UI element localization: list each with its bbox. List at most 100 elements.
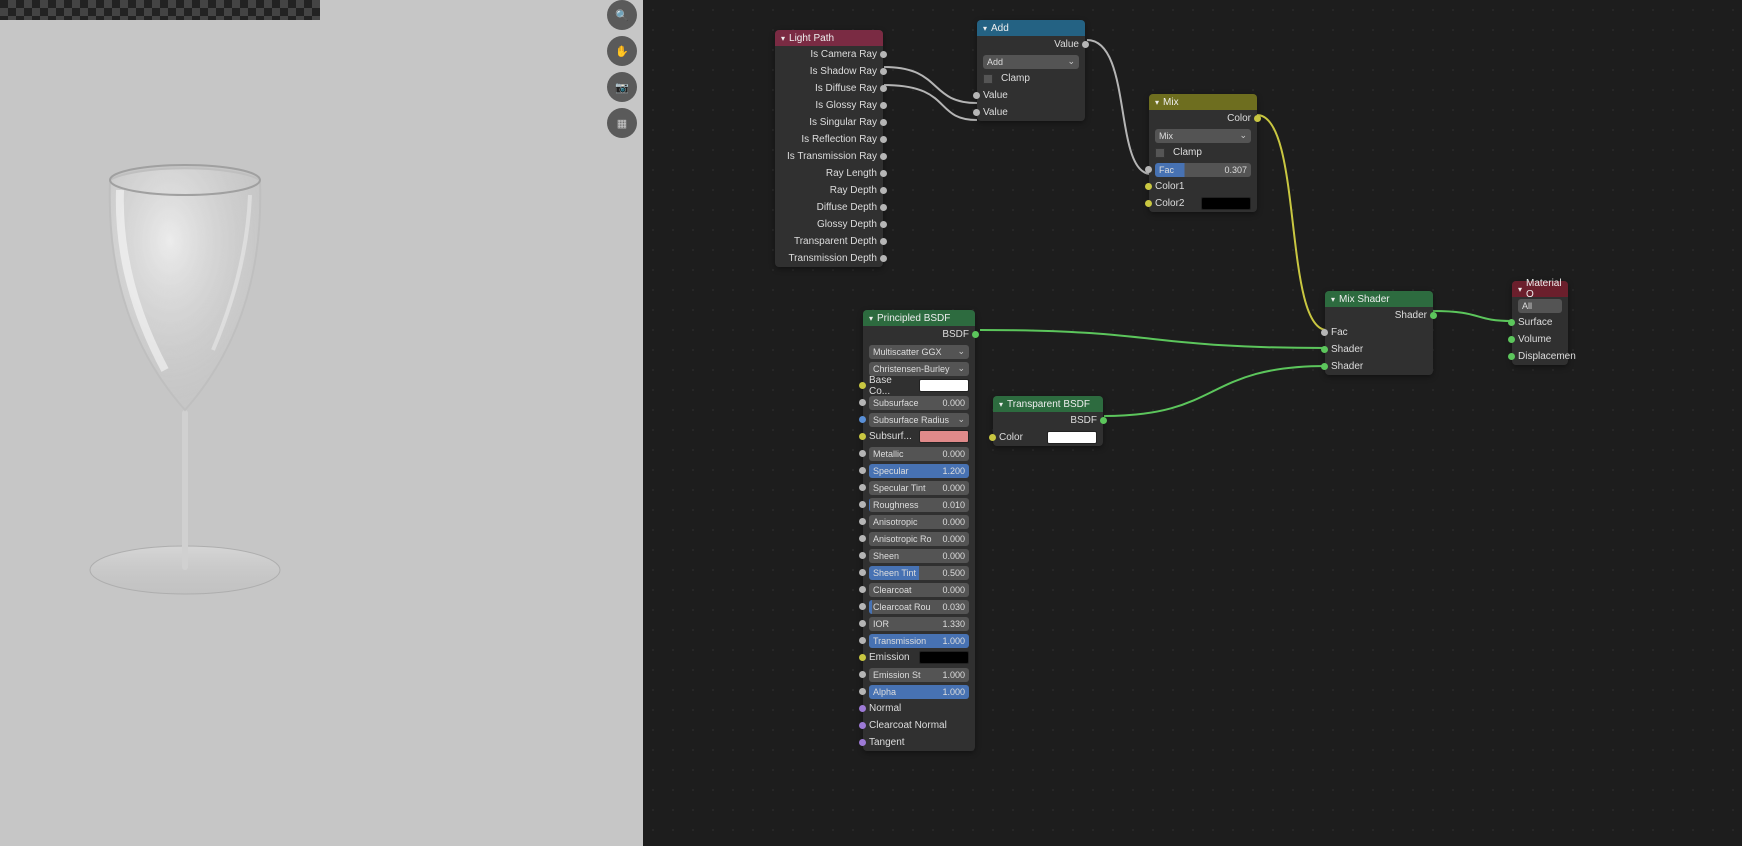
distribution-dropdown[interactable]: Multiscatter GGX xyxy=(869,345,969,359)
param-slider[interactable]: Sheen Tint0.500 xyxy=(869,566,969,580)
param-slider[interactable]: Subsurface0.000 xyxy=(869,396,969,410)
param-slider[interactable]: Clearcoat0.000 xyxy=(869,583,969,597)
param-slider[interactable]: Specular Tint0.000 xyxy=(869,481,969,495)
input-label: Subsurf... xyxy=(869,431,912,442)
node-title: Light Path xyxy=(789,33,834,44)
param-swatch[interactable] xyxy=(919,430,969,443)
node-title: Mix xyxy=(1163,97,1179,108)
output-label: Shader xyxy=(1395,310,1427,321)
collapse-icon: ▾ xyxy=(869,314,873,323)
output-label: Is Diffuse Ray xyxy=(815,83,877,94)
input-label: Color1 xyxy=(1155,181,1184,192)
param-slider[interactable]: Metallic0.000 xyxy=(869,447,969,461)
clamp-checkbox[interactable] xyxy=(983,74,993,84)
output-label: Glossy Depth xyxy=(817,219,877,230)
render-wine-glass xyxy=(65,150,305,610)
param-slider[interactable]: Anisotropic0.000 xyxy=(869,515,969,529)
node-title: Mix Shader xyxy=(1339,294,1390,305)
input-label: Value xyxy=(983,107,1008,118)
node-light-path[interactable]: ▾ Light Path Is Camera Ray Is Shadow Ray I… xyxy=(775,30,883,267)
sss-dropdown[interactable]: Christensen-Burley xyxy=(869,362,969,376)
output-label: Value xyxy=(1054,39,1079,50)
param-slider[interactable]: Specular1.200 xyxy=(869,464,969,478)
zoom-icon[interactable]: 🔍 xyxy=(607,0,637,30)
collapse-icon: ▾ xyxy=(1518,285,1522,294)
output-label: Is Camera Ray xyxy=(810,49,877,60)
output-label: Is Reflection Ray xyxy=(801,134,877,145)
node-header[interactable]: ▾ Principled BSDF xyxy=(863,310,975,326)
node-header[interactable]: ▾ Material O xyxy=(1512,281,1568,297)
output-label: Is Transmission Ray xyxy=(787,151,877,162)
node-title: Transparent BSDF xyxy=(1007,399,1090,410)
node-mix-shader[interactable]: ▾ Mix Shader Shader Fac Shader Shader xyxy=(1325,291,1433,375)
pan-icon[interactable]: ✋ xyxy=(607,36,637,66)
output-label: Color xyxy=(1227,113,1251,124)
input-label: Shader xyxy=(1331,344,1363,355)
param-slider[interactable]: Sheen0.000 xyxy=(869,549,969,563)
node-mix-rgb[interactable]: ▾ Mix Color Mix Clamp Fac0.307 Color1 Co… xyxy=(1149,94,1257,212)
param-slider[interactable]: Clearcoat Rou0.030 xyxy=(869,600,969,614)
output-label: Transmission Depth xyxy=(788,253,877,264)
collapse-icon: ▾ xyxy=(1331,295,1335,304)
input-label: Color2 xyxy=(1155,198,1184,209)
viewport-3d[interactable]: 🔍 ✋ 📷 ▦ xyxy=(0,0,643,846)
math-mode-dropdown[interactable]: Add xyxy=(983,55,1079,69)
output-label: Transparent Depth xyxy=(794,236,877,247)
input-label: Emission xyxy=(869,652,910,663)
node-principled-bsdf[interactable]: ▾ Principled BSDF BSDF Multiscatter GGX … xyxy=(863,310,975,751)
output-label: Is Shadow Ray xyxy=(810,66,877,77)
target-dropdown[interactable]: All xyxy=(1518,299,1562,313)
transparent-bg xyxy=(0,0,320,20)
param-slider[interactable]: Roughness0.010 xyxy=(869,498,969,512)
node-header[interactable]: ▾ Mix xyxy=(1149,94,1257,110)
collapse-icon: ▾ xyxy=(983,24,987,33)
node-header[interactable]: ▾ Add xyxy=(977,20,1085,36)
color2-swatch[interactable] xyxy=(1201,197,1251,210)
collapse-icon: ▾ xyxy=(999,400,1003,409)
input-label: Fac xyxy=(1331,327,1348,338)
clamp-checkbox[interactable] xyxy=(1155,148,1165,158)
blend-mode-dropdown[interactable]: Mix xyxy=(1155,129,1251,143)
node-material-output[interactable]: ▾ Material O All SurfaceVolumeDisplaceme… xyxy=(1512,281,1568,365)
node-transparent-bsdf[interactable]: ▾ Transparent BSDF BSDF Color xyxy=(993,396,1103,446)
input-label: Shader xyxy=(1331,361,1363,372)
input-label: Tangent xyxy=(869,737,905,748)
node-header[interactable]: ▾ Mix Shader xyxy=(1325,291,1433,307)
output-label: Is Singular Ray xyxy=(809,117,877,128)
input-label: Value xyxy=(983,90,1008,101)
output-label: BSDF xyxy=(1070,415,1097,426)
param-swatch[interactable] xyxy=(919,651,969,664)
persp-icon[interactable]: ▦ xyxy=(607,108,637,138)
node-title: Add xyxy=(991,23,1009,34)
color-swatch[interactable] xyxy=(1047,431,1097,444)
input-label: Clearcoat Normal xyxy=(869,720,947,731)
camera-icon[interactable]: 📷 xyxy=(607,72,637,102)
collapse-icon: ▾ xyxy=(781,34,785,43)
node-math-add[interactable]: ▾ Add Value Add Clamp Value Value xyxy=(977,20,1085,121)
param-slider[interactable]: Alpha1.000 xyxy=(869,685,969,699)
output-label: Diffuse Depth xyxy=(817,202,877,213)
clamp-label: Clamp xyxy=(1173,147,1202,158)
output-label: Is Glossy Ray xyxy=(815,100,877,111)
param-slider[interactable]: Emission St1.000 xyxy=(869,668,969,682)
output-label: Ray Depth xyxy=(830,185,877,196)
input-label: Displacemen xyxy=(1518,351,1576,362)
param-dropdown[interactable]: Subsurface Radius xyxy=(869,413,969,427)
node-editor[interactable]: ▾ Light Path Is Camera Ray Is Shadow Ray I… xyxy=(643,0,1742,846)
node-title: Principled BSDF xyxy=(877,313,950,324)
fac-slider[interactable]: Fac0.307 xyxy=(1155,163,1251,177)
input-label: Surface xyxy=(1518,317,1552,328)
node-header[interactable]: ▾ Transparent BSDF xyxy=(993,396,1103,412)
input-label: Normal xyxy=(869,703,901,714)
basecolor-swatch[interactable] xyxy=(919,379,969,392)
clamp-label: Clamp xyxy=(1001,73,1030,84)
collapse-icon: ▾ xyxy=(1155,98,1159,107)
param-slider[interactable]: IOR1.330 xyxy=(869,617,969,631)
output-label: BSDF xyxy=(942,329,969,340)
param-slider[interactable]: Transmission1.000 xyxy=(869,634,969,648)
input-label: Volume xyxy=(1518,334,1551,345)
output-label: Ray Length xyxy=(826,168,877,179)
node-header[interactable]: ▾ Light Path xyxy=(775,30,883,46)
input-label: Color xyxy=(999,432,1023,443)
param-slider[interactable]: Anisotropic Ro0.000 xyxy=(869,532,969,546)
